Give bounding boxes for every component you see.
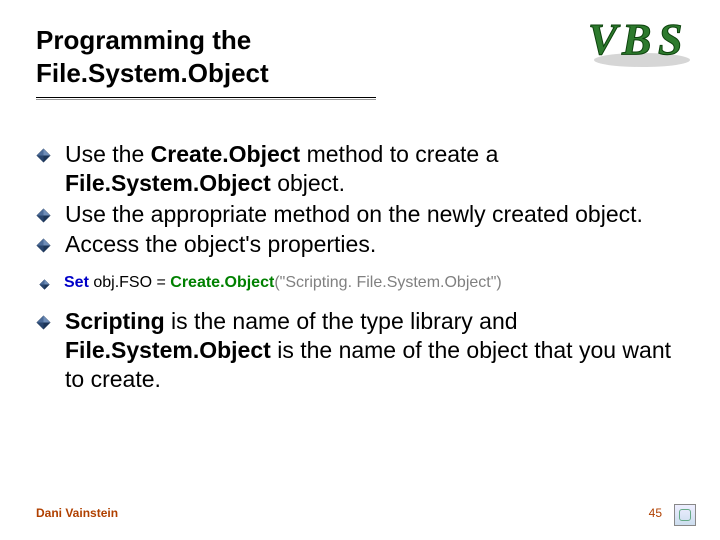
diamond-bullet-icon — [36, 315, 51, 330]
bullet-text: Scripting is the name of the type librar… — [65, 307, 684, 393]
title-line-2: File.System.Object — [36, 58, 269, 88]
content-body: Use the Create.Object method to create a… — [36, 140, 684, 395]
diamond-bullet-icon — [36, 238, 51, 253]
footer-page-number: 45 — [649, 506, 662, 520]
footer-author: Dani Vainstein — [36, 506, 118, 520]
slide: Programming the File.System.Object V B S… — [0, 0, 720, 540]
vbs-logo: V B S — [580, 10, 700, 70]
title-underline — [36, 97, 376, 98]
logo-letter-v: V — [588, 15, 621, 64]
diamond-bullet-icon — [39, 277, 50, 288]
bullet-1: Use the Create.Object method to create a… — [36, 140, 684, 198]
bullet-4: Set obj.FSO = Create.Object("Scripting. … — [36, 273, 684, 293]
bullet-text: Use the appropriate method on the newly … — [65, 200, 684, 229]
diamond-bullet-icon — [36, 148, 51, 163]
bullet-text: Access the object's properties. — [65, 230, 684, 259]
bullet-3: Access the object's properties. — [36, 230, 684, 259]
logo-letter-b: B — [621, 15, 651, 64]
title-line-1: Programming the — [36, 25, 251, 55]
footer-decoration-icon — [674, 504, 696, 526]
logo-letter-s: S — [658, 15, 682, 64]
bullet-text: Set obj.FSO = Create.Object("Scripting. … — [64, 273, 684, 293]
diamond-bullet-icon — [36, 208, 51, 223]
bullet-text: Use the Create.Object method to create a… — [65, 140, 684, 198]
bullet-2: Use the appropriate method on the newly … — [36, 200, 684, 229]
bullet-5: Scripting is the name of the type librar… — [36, 307, 684, 393]
slide-title: Programming the File.System.Object — [36, 24, 456, 89]
